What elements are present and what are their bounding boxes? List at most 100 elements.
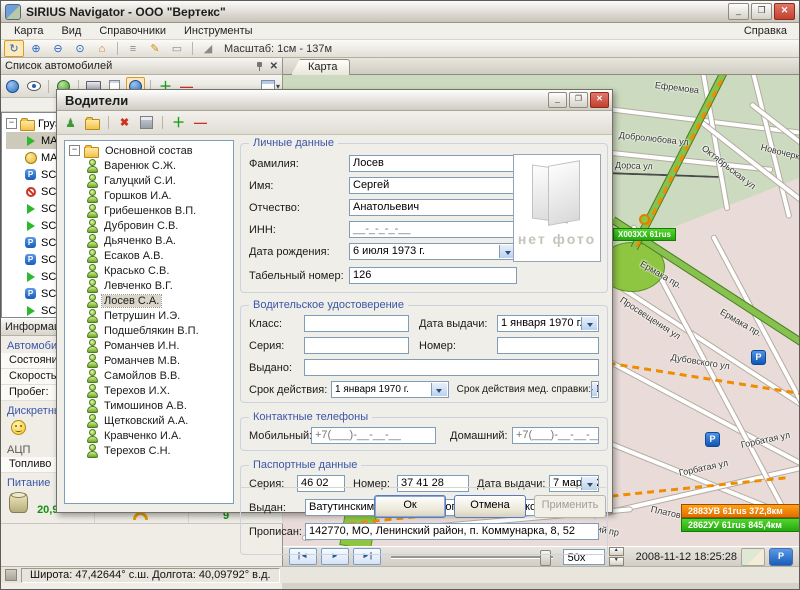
dialog-close-button[interactable]: ✕ bbox=[590, 92, 609, 108]
driver-tree-item[interactable]: Варенюк С.Ж. bbox=[69, 158, 233, 173]
license-valid-combo[interactable]: 1 января 1970 г. bbox=[331, 381, 449, 398]
ruler-icon[interactable]: ◢ bbox=[198, 40, 218, 57]
menu-help[interactable]: Справка bbox=[736, 24, 795, 38]
driver-tree-item[interactable]: Терехов С.Н. bbox=[69, 443, 233, 458]
save-icon[interactable] bbox=[137, 114, 156, 132]
minimap-button[interactable] bbox=[741, 548, 765, 566]
pin-icon[interactable] bbox=[255, 62, 264, 71]
minimize-button[interactable]: _ bbox=[728, 3, 749, 20]
dialog-maximize-button[interactable]: ❐ bbox=[569, 92, 588, 108]
address-field[interactable]: 142770, МО, Ленинский район, п. Коммунар… bbox=[305, 523, 599, 540]
eye-icon[interactable] bbox=[24, 77, 43, 95]
driver-tree-item[interactable]: Дьяченко В.А. bbox=[69, 233, 233, 248]
driver-tree-item[interactable]: Романчев И.Н. bbox=[69, 338, 233, 353]
driver-name: Щетковский А.А. bbox=[102, 415, 190, 427]
driver-name: Петрушин И.Э. bbox=[102, 310, 182, 322]
delete-icon[interactable]: ✖ bbox=[115, 114, 134, 132]
driver-tree-item[interactable]: Щетковский А.А. bbox=[69, 413, 233, 428]
driver-tree-item[interactable]: Горшков И.А. bbox=[69, 188, 233, 203]
zoom-in-icon[interactable]: ⊕ bbox=[26, 40, 46, 57]
menu-tools[interactable]: Инструменты bbox=[175, 24, 262, 38]
driver-tree-item[interactable]: Дубровин С.В. bbox=[69, 218, 233, 233]
driver-icon bbox=[86, 159, 98, 172]
zoom-select-icon[interactable]: ⊙ bbox=[70, 40, 90, 57]
expand-all-icon[interactable]: ＋ bbox=[169, 114, 188, 132]
collapse-all-icon[interactable]: — bbox=[191, 114, 210, 132]
birthdate-label: Дата рождения: bbox=[249, 246, 349, 258]
zoom-out-icon[interactable]: ⊖ bbox=[48, 40, 68, 57]
inn-field[interactable]: __-_-_-_-__ bbox=[349, 221, 517, 238]
add-driver-icon[interactable]: ♟ bbox=[61, 114, 80, 132]
chevron-down-icon[interactable] bbox=[591, 383, 597, 396]
driver-group-label: Основной состав bbox=[103, 145, 195, 157]
med-valid-combo[interactable]: 1 января 1970 г. bbox=[591, 381, 599, 398]
firstname-field[interactable]: Сергей bbox=[349, 177, 517, 194]
spin-down-icon: ▼ bbox=[609, 557, 624, 566]
vehicle-marker[interactable] bbox=[639, 214, 650, 225]
driver-tree-root[interactable]: − Основной состав bbox=[69, 143, 233, 158]
driver-name: Кравченко И.А. bbox=[102, 430, 183, 442]
close-button[interactable]: ✕ bbox=[774, 3, 795, 20]
speed-stepper[interactable]: ▲▼ bbox=[609, 547, 624, 566]
driver-tree-item[interactable]: Самойлов В.В. bbox=[69, 368, 233, 383]
phones-group: Контактные телефоны Мобильный: +7(___)-_… bbox=[240, 417, 608, 451]
apply-button[interactable]: Применить bbox=[534, 495, 606, 518]
driver-tree-item[interactable]: Грибешенков В.П. bbox=[69, 203, 233, 218]
tab-map[interactable]: Карта bbox=[291, 59, 350, 75]
license-issued-field[interactable] bbox=[304, 359, 599, 376]
add-group-icon[interactable] bbox=[83, 114, 102, 132]
license-issue-date-combo[interactable]: 1 января 1970 г. bbox=[497, 315, 599, 332]
list-icon[interactable]: ≡ bbox=[123, 40, 143, 57]
rectangle-icon[interactable]: ▭ bbox=[167, 40, 187, 57]
driver-tree-item[interactable]: Кравченко И.А. bbox=[69, 428, 233, 443]
mobile-field[interactable]: +7(___)-__-__-__ bbox=[311, 427, 436, 444]
driver-tree-item[interactable]: Терехов И.Х. bbox=[69, 383, 233, 398]
driver-icon bbox=[86, 444, 98, 457]
driver-tree-item[interactable]: Галуцкий С.И. bbox=[69, 173, 233, 188]
menu-view[interactable]: Вид bbox=[52, 24, 90, 38]
collapse-icon[interactable]: − bbox=[6, 118, 17, 129]
license-series-field[interactable] bbox=[304, 337, 409, 354]
coordinates-status: Широта: 47,42644° с.ш. Долгота: 40,09792… bbox=[21, 568, 280, 583]
home-icon[interactable]: ⌂ bbox=[92, 40, 112, 57]
driver-tree-item[interactable]: Левченко В.Г. bbox=[69, 278, 233, 293]
driver-tree-item[interactable]: Петрушин И.Э. bbox=[69, 308, 233, 323]
vehicles-panel-title: Список автомобилей bbox=[5, 60, 255, 72]
driver-tree-item[interactable]: Красько С.В. bbox=[69, 263, 233, 278]
menu-map[interactable]: Карта bbox=[5, 24, 52, 38]
middlename-field[interactable]: Анатольевич bbox=[349, 199, 517, 216]
vehicle-label: SC bbox=[41, 288, 56, 300]
birthdate-combo[interactable]: 6 июля 1973 г. bbox=[349, 243, 517, 260]
driver-tree-item[interactable]: Есаков А.В. bbox=[69, 248, 233, 263]
chevron-down-icon[interactable] bbox=[581, 317, 597, 330]
driver-tree-item[interactable]: Подшеблякин В.П. bbox=[69, 323, 233, 338]
cancel-button[interactable]: Отмена bbox=[454, 495, 526, 518]
license-class-field[interactable] bbox=[304, 315, 409, 332]
panel-toggle-button[interactable]: P bbox=[769, 548, 793, 566]
parking-marker[interactable]: P bbox=[705, 432, 720, 447]
driver-tree-item[interactable]: Лосев С.А. bbox=[69, 293, 233, 308]
dialog-minimize-button[interactable]: _ bbox=[548, 92, 567, 108]
globe-track-icon[interactable] bbox=[3, 77, 22, 95]
ok-button[interactable]: Ок bbox=[374, 495, 446, 518]
dialog-toolbar: ♟ ✖ ＋ — bbox=[57, 111, 612, 135]
collapse-icon[interactable]: − bbox=[69, 145, 80, 156]
pan-tool-icon[interactable]: ↻ bbox=[4, 40, 24, 57]
vehicle-status-badge: 2883УВ 61rus 372,8км bbox=[681, 504, 799, 518]
slider-track[interactable] bbox=[391, 556, 553, 559]
panel-close-icon[interactable]: ✕ bbox=[270, 61, 278, 72]
driver-icon bbox=[86, 309, 98, 322]
photo-placeholder: нет фото bbox=[513, 154, 601, 262]
parking-marker[interactable]: P bbox=[751, 350, 766, 365]
edit-icon[interactable]: ✎ bbox=[145, 40, 165, 57]
license-number-field[interactable] bbox=[497, 337, 599, 354]
lastname-field[interactable]: Лосев bbox=[349, 155, 517, 172]
driver-name: Красько С.В. bbox=[102, 265, 171, 277]
menu-references[interactable]: Справочники bbox=[90, 24, 175, 38]
employee-no-field[interactable]: 126 bbox=[349, 267, 517, 284]
driver-tree-item[interactable]: Романчев М.В. bbox=[69, 353, 233, 368]
driver-tree-item[interactable]: Тимошинов А.В. bbox=[69, 398, 233, 413]
chevron-down-icon[interactable] bbox=[431, 383, 447, 396]
home-phone-field[interactable]: +7(___)-__-__-__ bbox=[512, 427, 599, 444]
restore-button[interactable]: ❐ bbox=[751, 3, 772, 20]
